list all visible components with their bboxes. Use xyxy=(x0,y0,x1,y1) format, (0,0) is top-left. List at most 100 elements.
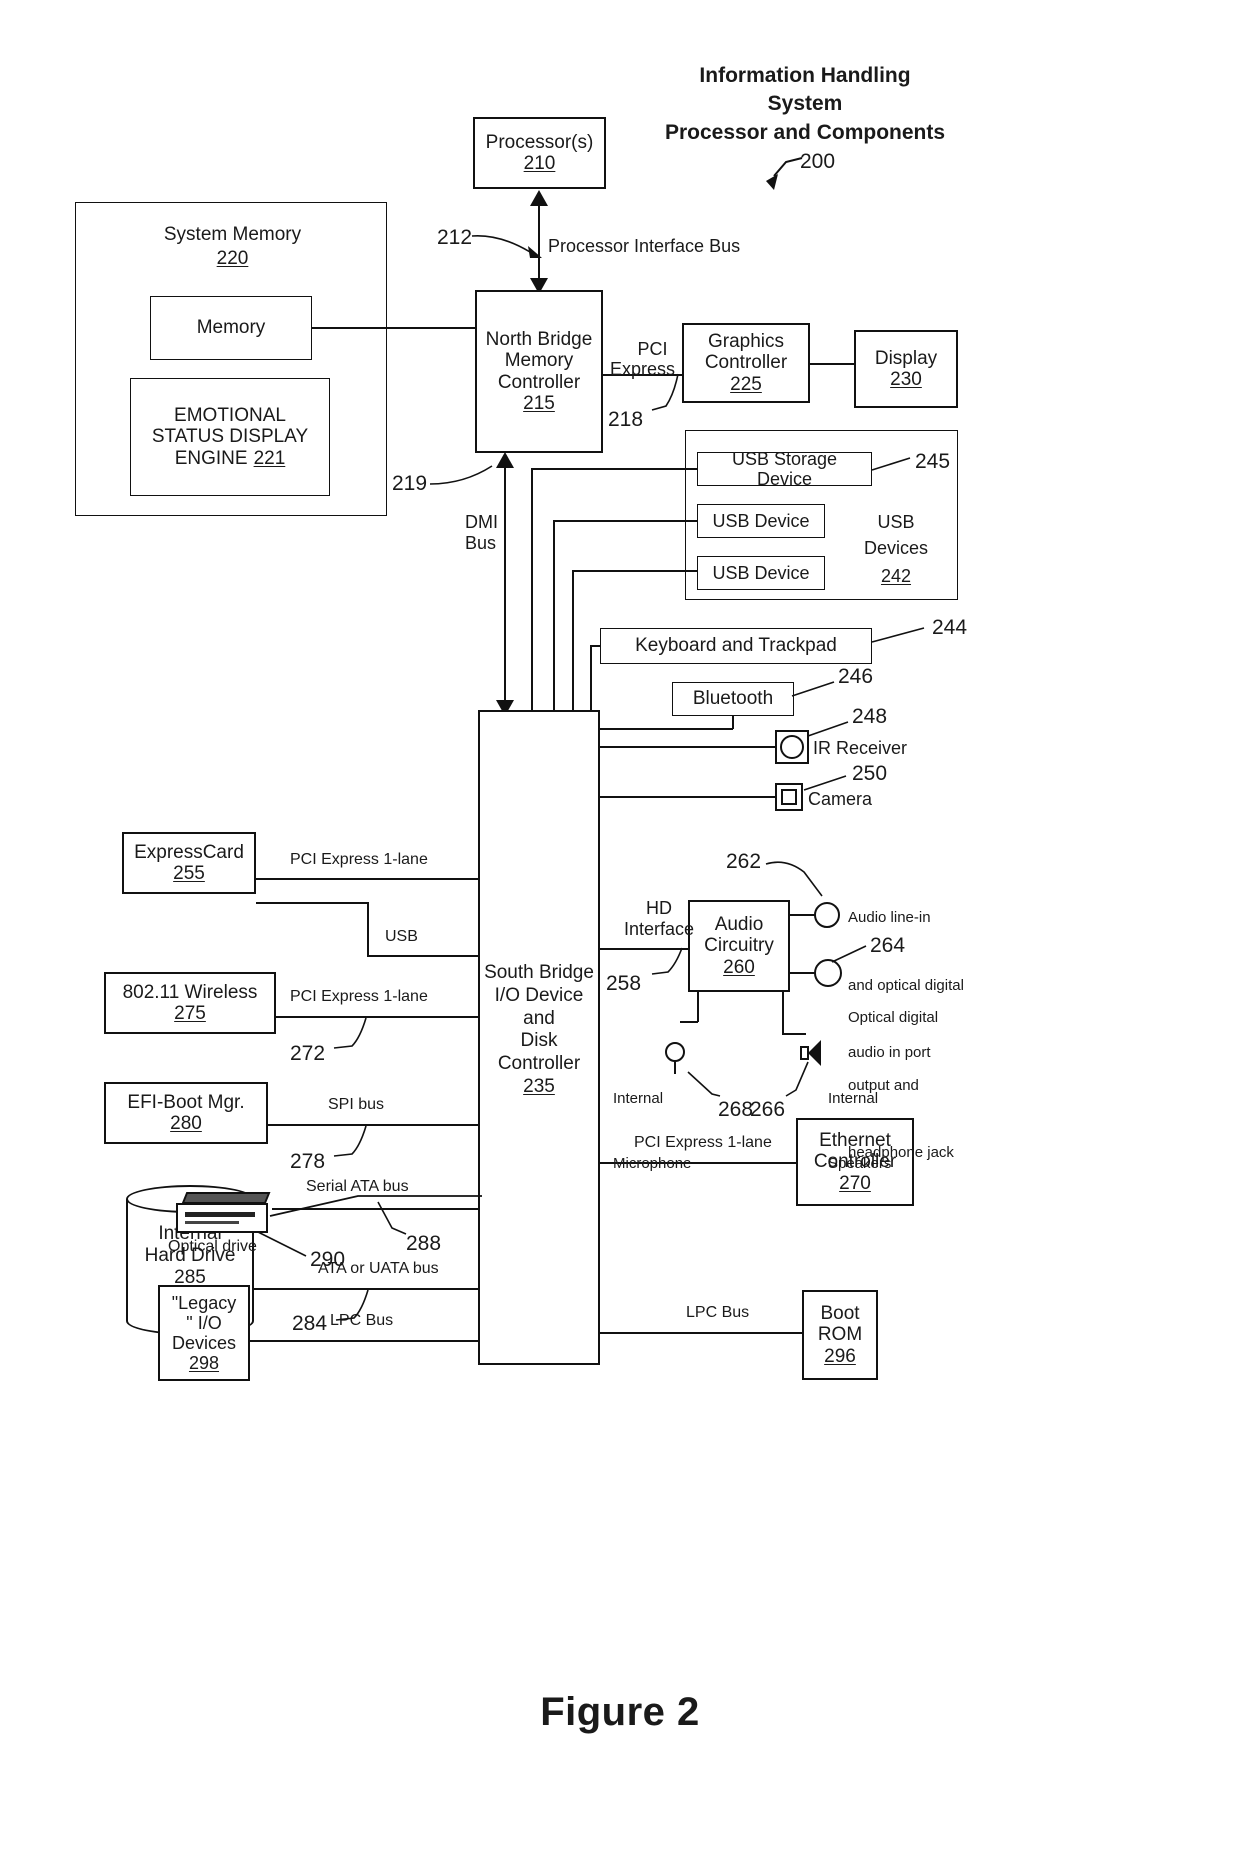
ref-264: 264 xyxy=(870,934,906,957)
line-memory-northbridge xyxy=(312,327,475,329)
block-usb-device-2[interactable]: USB Device xyxy=(697,556,825,590)
annotation-internal-microphone: Internal Microphone xyxy=(613,1044,691,1218)
line-usb-ir xyxy=(600,746,776,748)
label-usb-bus: USB xyxy=(385,928,418,945)
efi-boot-label: EFI-Boot Mgr. xyxy=(127,1091,245,1113)
ref-246: 246 xyxy=(838,665,874,688)
line-expresscard-usb-h2 xyxy=(367,955,480,957)
label-processor-interface-bus: Processor Interface Bus xyxy=(548,236,741,256)
audio-line-1: Audio xyxy=(714,914,764,936)
block-memory-label: Memory xyxy=(196,317,266,339)
block-north-bridge[interactable]: North Bridge Memory Controller 215 xyxy=(475,290,603,453)
south-bridge-line-5: Controller xyxy=(497,1053,581,1075)
line-audio-linein xyxy=(790,914,816,916)
south-bridge-line-2: I/O Device xyxy=(494,984,584,1006)
block-emotional-status-display-engine[interactable]: EMOTIONAL STATUS DISPLAY ENGINE 221 xyxy=(130,378,330,496)
line-audio-optical-out xyxy=(790,972,816,974)
line-usb-bus-2 xyxy=(553,522,555,720)
block-audio-circuitry[interactable]: Audio Circuitry 260 xyxy=(688,900,790,992)
block-usb-storage-device[interactable]: USB Storage Device xyxy=(697,448,872,489)
leader-248 xyxy=(806,718,854,740)
label-pcie-1lane-c: PCI Express 1-lane xyxy=(634,1134,772,1151)
optical-out-l1: Optical digital xyxy=(848,1009,939,1026)
legacy-io-line-2: " I/O xyxy=(186,1312,222,1333)
block-expresscard[interactable]: ExpressCard 255 xyxy=(122,832,256,894)
line-usb-dev2-tap xyxy=(572,570,699,572)
annotation-internal-speakers: Internal Speakers xyxy=(828,1044,891,1218)
block-802-11-wireless[interactable]: 802.11 Wireless 275 xyxy=(104,972,276,1034)
display-label: Display xyxy=(874,347,938,369)
label-dmi-bus: DMI Bus xyxy=(465,512,498,553)
label-lpc-bus-right: LPC Bus xyxy=(686,1304,750,1321)
block-memory[interactable]: Memory xyxy=(150,296,312,360)
optical-drive-slot-2 xyxy=(185,1221,239,1224)
line-usb-camera xyxy=(600,796,776,798)
emotional-engine-num: 221 xyxy=(253,447,286,469)
leader-245 xyxy=(870,452,918,474)
block-display[interactable]: Display 230 xyxy=(854,330,958,408)
line-usb-storage-tap xyxy=(531,468,699,470)
legacy-io-line-3: Devices xyxy=(171,1333,237,1353)
group-system-memory-num: 220 xyxy=(216,248,249,269)
line-sb-bootrom xyxy=(600,1332,802,1334)
boot-rom-line-1: Boot xyxy=(820,1303,860,1325)
label-hd-interface: HD Interface xyxy=(624,898,695,939)
block-usb-device-1[interactable]: USB Device xyxy=(697,504,825,538)
group-usb-devices-line-2: Devices xyxy=(863,538,929,558)
block-graphics-controller[interactable]: Graphics Controller 225 xyxy=(682,323,810,403)
display-num: 230 xyxy=(890,369,922,390)
north-bridge-line-2: Memory xyxy=(504,350,574,372)
figure-title-line-3: Processor and Components xyxy=(664,120,946,144)
emotional-engine-line-2: STATUS DISPLAY xyxy=(151,426,309,448)
line-usb-dev1-tap xyxy=(553,520,699,522)
north-bridge-line-1: North Bridge xyxy=(485,328,593,350)
ref-250: 250 xyxy=(852,762,888,785)
line-usb-bluetooth-v xyxy=(732,716,734,729)
efi-boot-num: 280 xyxy=(170,1113,202,1134)
leader-218 xyxy=(648,372,692,416)
optical-drive-label: Optical drive xyxy=(168,1238,257,1255)
line-graphics-display xyxy=(810,363,854,365)
ref-290: 290 xyxy=(310,1248,346,1271)
line-audio-mic-v xyxy=(697,992,699,1022)
line-usb-bluetooth-h xyxy=(600,728,733,730)
line-audio-speakers-h xyxy=(782,1033,806,1035)
block-south-bridge[interactable]: South Bridge I/O Device and Disk Control… xyxy=(478,710,600,1365)
ref-248: 248 xyxy=(852,705,888,728)
leader-262 xyxy=(764,854,834,910)
ir-receiver-label: IR Receiver xyxy=(813,738,908,758)
wireless-label: 802.11 Wireless xyxy=(122,981,258,1003)
north-bridge-num: 215 xyxy=(523,392,555,414)
line-legacy-lpc xyxy=(250,1340,480,1342)
emotional-engine-line-1: EMOTIONAL xyxy=(174,405,286,427)
internal-mic-l1: Internal xyxy=(613,1089,664,1107)
leader-212 xyxy=(470,228,544,260)
leader-200 xyxy=(756,150,806,196)
block-efi-boot-manager[interactable]: EFI-Boot Mgr. 280 xyxy=(104,1082,268,1144)
block-bluetooth[interactable]: Bluetooth xyxy=(672,682,794,716)
figure-canvas: Information Handling System Processor an… xyxy=(0,0,1240,1869)
leader-288 xyxy=(368,1200,412,1242)
block-keyboard-trackpad[interactable]: Keyboard and Trackpad xyxy=(600,628,872,664)
leader-268 xyxy=(686,1068,728,1104)
ref-244: 244 xyxy=(932,616,968,639)
ref-212: 212 xyxy=(437,226,473,249)
ref-262: 262 xyxy=(726,850,762,873)
bluetooth-label: Bluetooth xyxy=(692,688,774,710)
leader-272 xyxy=(326,1016,376,1054)
ref-272: 272 xyxy=(290,1042,326,1065)
line-usb-bus-3 xyxy=(572,572,574,720)
internal-mic-l2: Microphone xyxy=(613,1154,692,1172)
block-boot-rom[interactable]: Boot ROM 296 xyxy=(802,1290,878,1380)
label-spi-bus: SPI bus xyxy=(328,1096,385,1113)
line-usb-bus-1 xyxy=(531,470,533,720)
arrow-processor-up xyxy=(530,190,548,206)
block-legacy-io-devices[interactable]: "Legacy " I/O Devices 298 xyxy=(158,1285,250,1381)
figure-title: Information Handling System Processor an… xyxy=(640,62,970,147)
usb-storage-label: USB Storage Device xyxy=(731,448,838,489)
emotional-engine-line-3: ENGINE xyxy=(174,447,248,469)
ref-258: 258 xyxy=(606,972,642,995)
block-processor[interactable]: Processor(s) 210 xyxy=(473,117,606,189)
leader-258 xyxy=(648,946,692,982)
label-pcie-1lane-a: PCI Express 1-lane xyxy=(290,851,428,868)
